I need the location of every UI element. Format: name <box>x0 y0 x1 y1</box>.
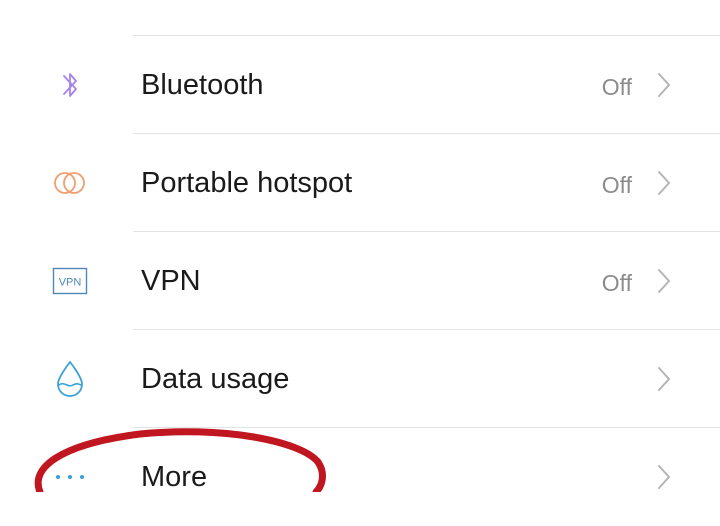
chevron-right-icon <box>658 171 670 195</box>
hotspot-icon <box>50 163 90 203</box>
water-drop-icon <box>50 359 90 399</box>
chevron-right-icon <box>658 367 670 391</box>
vpn-icon-text: VPN <box>59 277 82 289</box>
settings-row-label: More <box>141 461 208 493</box>
settings-row-more[interactable]: More <box>0 428 720 526</box>
more-dots-icon <box>50 457 90 497</box>
settings-row-vpn[interactable]: VPN VPN Off <box>0 232 720 330</box>
status-value: Off <box>601 74 632 100</box>
settings-list: Bluetooth Off Portable hotspot Off VPN V… <box>0 0 720 493</box>
bluetooth-icon <box>50 65 90 105</box>
settings-row-label: Bluetooth <box>141 69 264 101</box>
chevron-right-icon <box>658 269 670 293</box>
settings-row-label: Data usage <box>141 363 290 395</box>
settings-row-portable-hotspot[interactable]: Portable hotspot Off <box>0 134 720 232</box>
settings-row-bluetooth[interactable]: Bluetooth Off <box>0 36 720 134</box>
status-value: Off <box>601 172 632 198</box>
chevron-right-icon <box>658 73 670 97</box>
settings-row-label: Portable hotspot <box>141 167 353 199</box>
chevron-right-icon <box>658 465 670 489</box>
settings-row-data-usage[interactable]: Data usage <box>0 330 720 428</box>
status-value: Off <box>601 270 632 296</box>
settings-row-label: VPN <box>141 265 201 297</box>
vpn-icon: VPN <box>50 261 90 301</box>
settings-row-partial[interactable] <box>0 0 720 36</box>
